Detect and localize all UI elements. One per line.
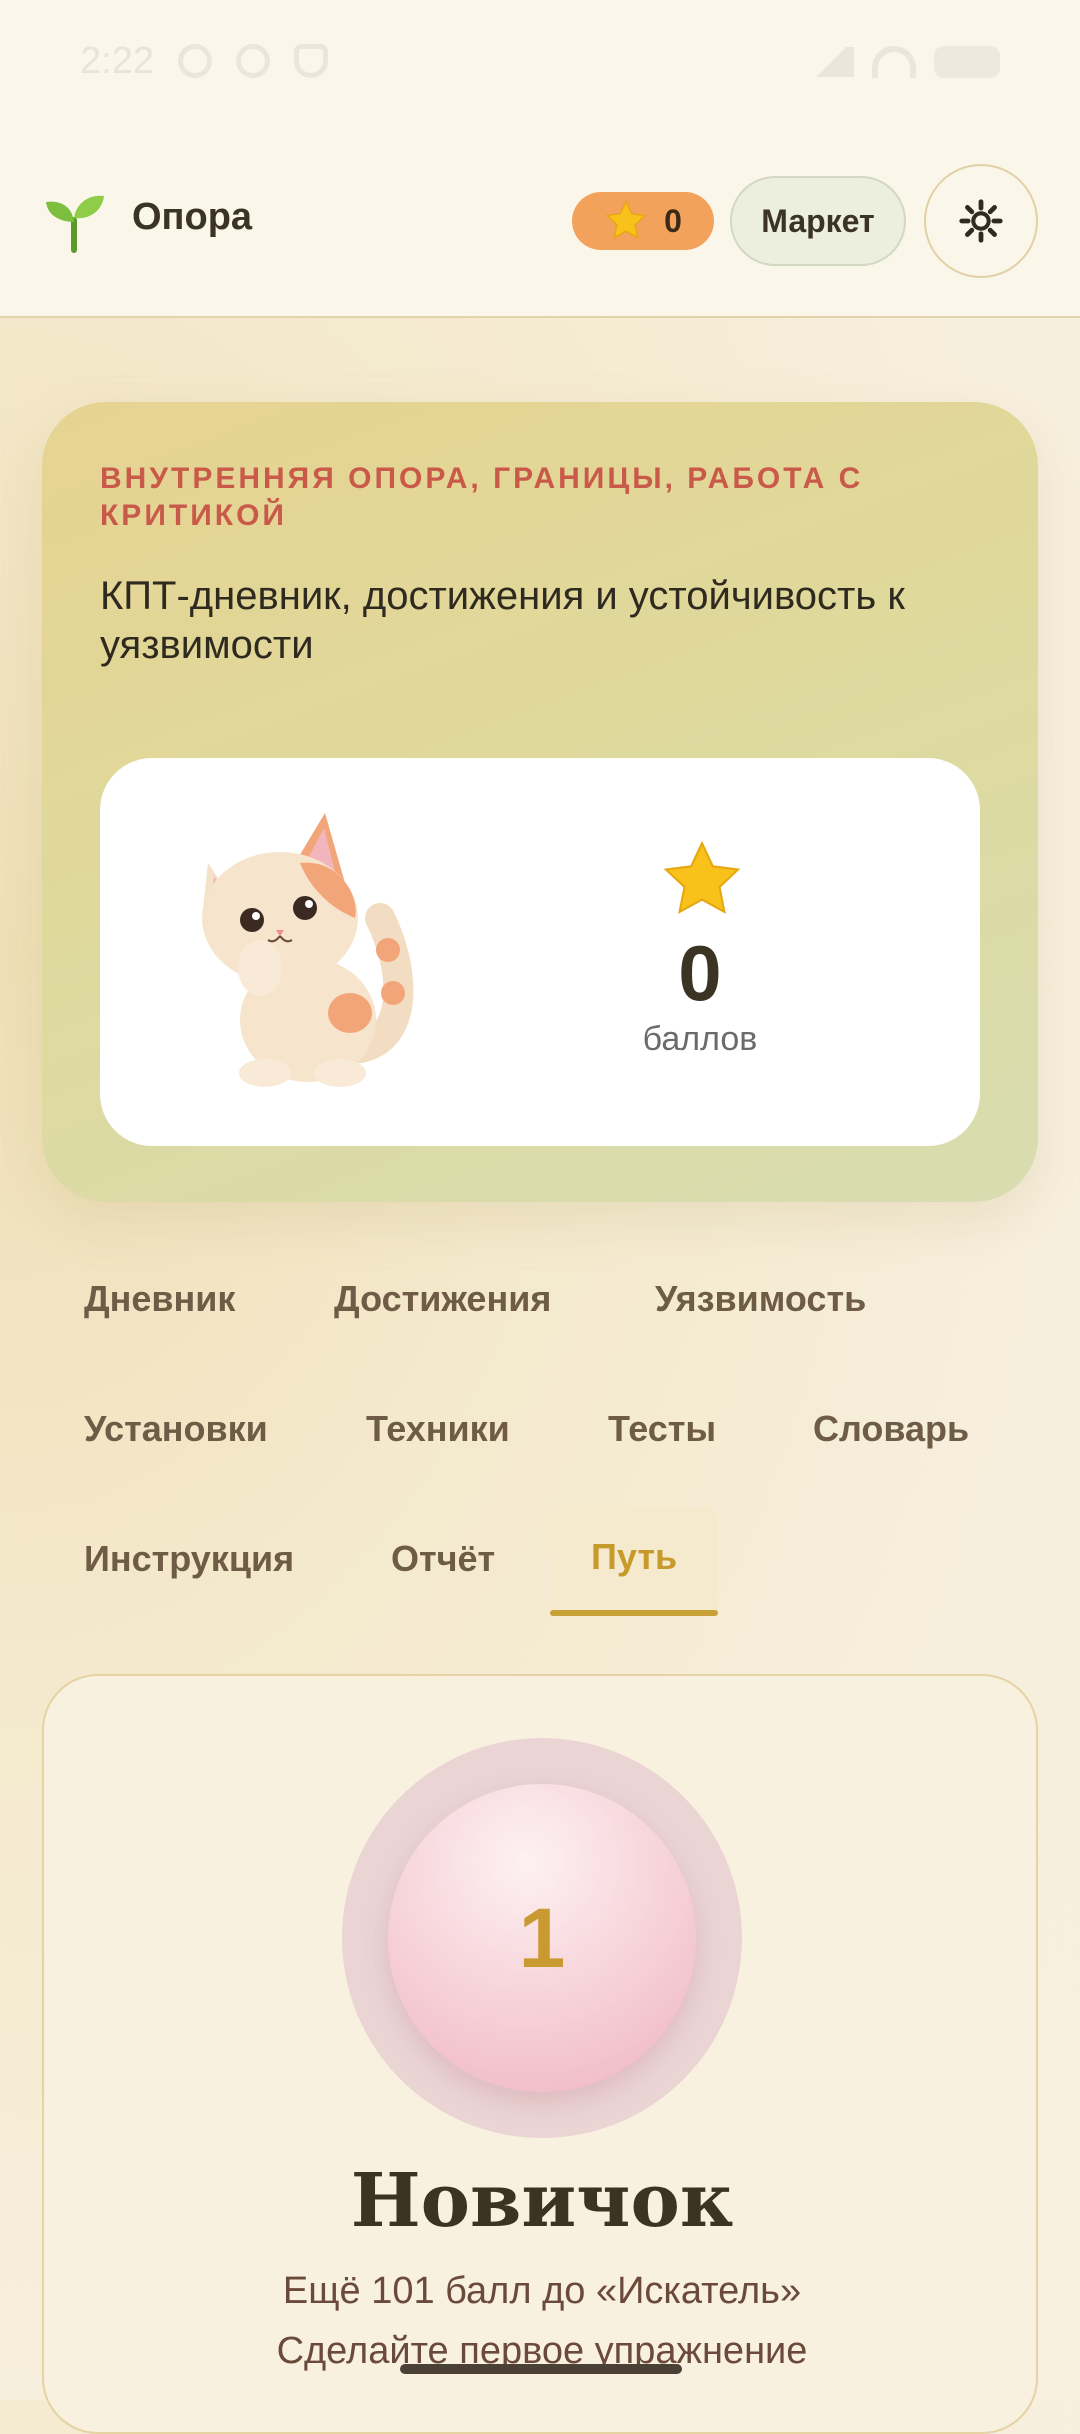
info-status-icon xyxy=(236,44,270,78)
score-label: баллов xyxy=(642,1020,758,1058)
app-title: Опора xyxy=(132,196,253,238)
settings-status-icon xyxy=(178,44,212,78)
battery-icon xyxy=(934,46,1000,78)
tab-tests[interactable]: Тесты xyxy=(608,1408,716,1450)
star-icon xyxy=(663,840,741,914)
market-button[interactable]: Маркет xyxy=(730,176,906,266)
wifi-icon xyxy=(872,46,916,78)
shield-status-icon xyxy=(294,44,328,78)
signal-icon xyxy=(808,47,854,77)
tab-instructions[interactable]: Инструкция xyxy=(84,1538,294,1580)
tab-diary[interactable]: Дневник xyxy=(84,1278,235,1320)
level-progress-text: Ещё 101 балл до «Искатель» xyxy=(282,2270,802,2312)
tab-glossary[interactable]: Словарь xyxy=(813,1408,969,1450)
points-badge[interactable]: 0 xyxy=(572,192,714,250)
active-tab-underline xyxy=(550,1610,718,1616)
tab-vulnerability[interactable]: Уязвимость xyxy=(655,1278,866,1320)
star-icon xyxy=(605,200,647,240)
hero-card: ВНУТРЕННЯЯ ОПОРА, ГРАНИЦЫ, РАБОТА С КРИТ… xyxy=(42,402,1038,1202)
hero-title: КПТ-дневник, достижения и устойчивость к… xyxy=(100,574,905,667)
score-card: 0 баллов xyxy=(100,758,980,1146)
level-card: 1 Новичок Ещё 101 балл до «Искатель» Сде… xyxy=(42,1674,1038,2434)
level-name: Новичок xyxy=(350,2158,734,2244)
tab-path[interactable]: Путь xyxy=(591,1536,677,1578)
cat-illustration xyxy=(202,813,414,1087)
hero-subtitle: ВНУТРЕННЯЯ ОПОРА, ГРАНИЦЫ, РАБОТА С КРИТ… xyxy=(100,462,864,532)
status-bar: 2:22 xyxy=(0,0,1080,130)
status-time: 2:22 xyxy=(80,40,154,82)
settings-button[interactable] xyxy=(924,164,1038,278)
score-value: 0 xyxy=(678,929,722,1017)
gear-icon xyxy=(959,199,1003,243)
sprout-icon xyxy=(46,195,104,253)
level-badge: 1 xyxy=(388,1784,696,2092)
home-indicator[interactable] xyxy=(400,2364,682,2374)
tab-report[interactable]: Отчёт xyxy=(391,1538,495,1580)
tab-achievements[interactable]: Достижения xyxy=(334,1278,551,1320)
app-header: Опора 0 Маркет xyxy=(0,130,1080,318)
tab-beliefs[interactable]: Установки xyxy=(84,1408,268,1450)
tab-techniques[interactable]: Техники xyxy=(366,1408,510,1450)
points-value: 0 xyxy=(664,202,682,239)
